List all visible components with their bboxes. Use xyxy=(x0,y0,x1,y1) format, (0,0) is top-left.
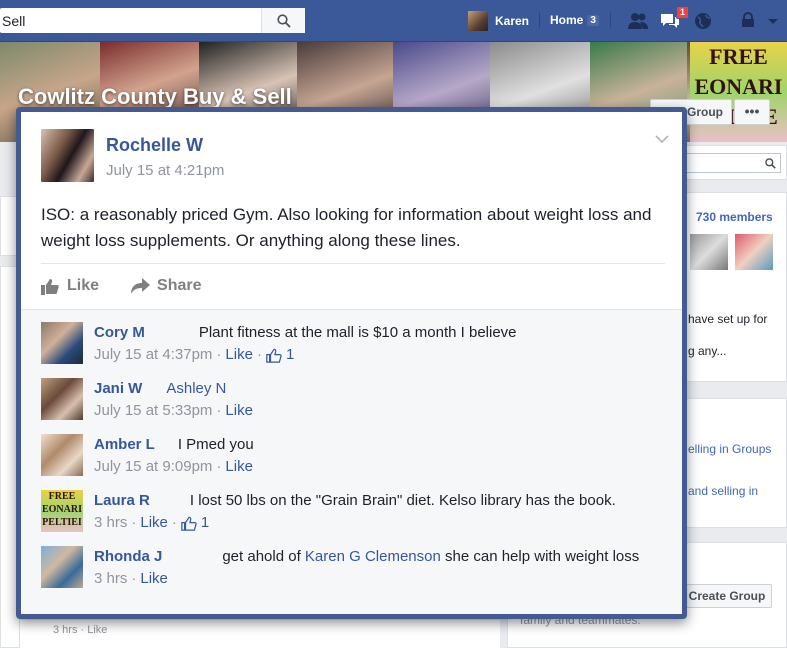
comment-text: I Pmed you xyxy=(177,436,254,453)
commenter-name[interactable]: Amber L xyxy=(94,434,155,455)
chevron-down-icon[interactable] xyxy=(766,11,780,31)
post-header: Rochelle W July 15 at 4:21pm xyxy=(41,129,224,182)
comment-meta: 3 hrs · Like xyxy=(94,567,664,591)
comment-meta: July 15 at 5:33pm · Like xyxy=(94,399,664,423)
privacy-shortcuts-icon[interactable] xyxy=(739,11,761,31)
comment-like-count[interactable]: 1 xyxy=(181,511,209,535)
home-link[interactable]: Home 3 xyxy=(550,13,599,27)
chevron-down-icon[interactable] xyxy=(655,134,669,144)
commenter-name[interactable]: Cory M xyxy=(94,322,145,343)
nav-divider xyxy=(539,12,540,28)
side-text: have set up for xyxy=(688,312,768,326)
like-label: Like xyxy=(67,277,100,294)
user-avatar xyxy=(468,11,488,31)
post-timestamp[interactable]: July 15 at 4:21pm xyxy=(106,162,224,179)
user-name: Karen xyxy=(495,14,530,28)
thumbs-up-icon xyxy=(181,516,197,531)
background-post-time: 3 hrs · Like xyxy=(53,624,108,636)
comment-text: Plant fitness at the mall is $10 a month… xyxy=(198,324,517,341)
search-icon xyxy=(276,13,291,28)
mention-link[interactable]: Ashley N xyxy=(166,380,226,397)
mention-link[interactable]: Karen G Clemenson xyxy=(305,548,441,565)
author-avatar[interactable] xyxy=(41,129,94,182)
thumbs-up-icon xyxy=(41,278,59,295)
commenter-name[interactable]: Rhonda J xyxy=(94,546,162,567)
side-link[interactable]: elling in Groups xyxy=(688,442,771,456)
comments-section: Cory M Plant fitness at the mall is $10 a… xyxy=(21,309,682,614)
comment-text: I lost 50 lbs on the "Grain Brain" diet.… xyxy=(189,492,616,509)
comment-like-link[interactable]: Like xyxy=(140,567,168,591)
create-group-button[interactable]: Create Group xyxy=(682,584,772,608)
profile-link[interactable]: Karen xyxy=(468,11,529,31)
comment-text: get ahold of xyxy=(222,548,301,565)
comment-like-link[interactable]: Like xyxy=(225,343,253,367)
share-icon xyxy=(131,278,151,294)
comment-meta: July 15 at 4:37pm · Like · 1 xyxy=(94,343,664,367)
post-actions: Like Share xyxy=(41,277,201,295)
comment-time[interactable]: 3 hrs xyxy=(94,567,127,591)
globe-icon[interactable] xyxy=(692,11,714,31)
comment-time[interactable]: July 15 at 5:33pm xyxy=(94,399,212,423)
home-label: Home xyxy=(550,13,584,27)
group-search-input[interactable] xyxy=(686,153,781,173)
groups-info-card xyxy=(676,398,787,528)
member-thumbnail[interactable] xyxy=(690,234,728,270)
comment-time[interactable]: July 15 at 4:37pm xyxy=(94,343,212,367)
comment-like-count[interactable]: 1 xyxy=(266,343,294,367)
top-navigation-bar: Karen Home 3 1 xyxy=(0,0,787,42)
members-count[interactable]: 730 members xyxy=(696,210,773,224)
divider xyxy=(41,263,665,264)
comment-meta: 3 hrs · Like · 1 xyxy=(94,511,664,535)
comment-like-link[interactable]: Like xyxy=(225,455,253,479)
share-button[interactable]: Share xyxy=(131,277,201,295)
commenter-avatar[interactable] xyxy=(41,434,83,476)
notification-badge: 1 xyxy=(676,6,690,19)
like-button[interactable]: Like xyxy=(41,277,99,295)
commenter-name[interactable]: Laura R xyxy=(94,490,150,511)
search-input[interactable] xyxy=(0,8,258,33)
comment-time[interactable]: 3 hrs xyxy=(94,511,127,535)
comment-meta: July 15 at 9:09pm · Like xyxy=(94,455,664,479)
friend-requests-icon[interactable] xyxy=(627,11,649,31)
commenter-avatar[interactable] xyxy=(41,546,83,588)
comment-like-link[interactable]: Like xyxy=(225,399,253,423)
post-body: ISO: a reasonably priced Gym. Also looki… xyxy=(41,205,652,250)
comment-text: she can help with weight loss xyxy=(445,548,640,565)
home-count-badge: 3 xyxy=(587,14,599,26)
member-thumbnail[interactable] xyxy=(735,234,773,270)
side-text: g any... xyxy=(688,344,727,358)
search-box xyxy=(0,8,305,33)
commenter-avatar[interactable] xyxy=(41,378,83,420)
side-link[interactable]: and selling in xyxy=(688,484,758,498)
commenter-name[interactable]: Jani W xyxy=(94,378,142,399)
cover-tile-text: FREE EONARI PELTIE xyxy=(690,42,787,142)
more-options-button[interactable]: ••• xyxy=(734,99,770,125)
commenter-avatar[interactable] xyxy=(41,322,83,364)
share-label: Share xyxy=(157,277,202,294)
search-button[interactable] xyxy=(261,8,305,33)
comment-time[interactable]: July 15 at 9:09pm xyxy=(94,455,212,479)
author-name[interactable]: Rochelle W xyxy=(106,135,224,156)
thumbs-up-icon xyxy=(266,348,282,363)
comment-like-link[interactable]: Like xyxy=(140,511,168,535)
commenter-avatar[interactable]: FREE EONARI PELTIEI xyxy=(41,490,83,532)
search-icon xyxy=(765,158,776,169)
post-popup: Rochelle W July 15 at 4:21pm ISO: a reas… xyxy=(16,107,687,619)
nav-divider xyxy=(610,12,611,28)
